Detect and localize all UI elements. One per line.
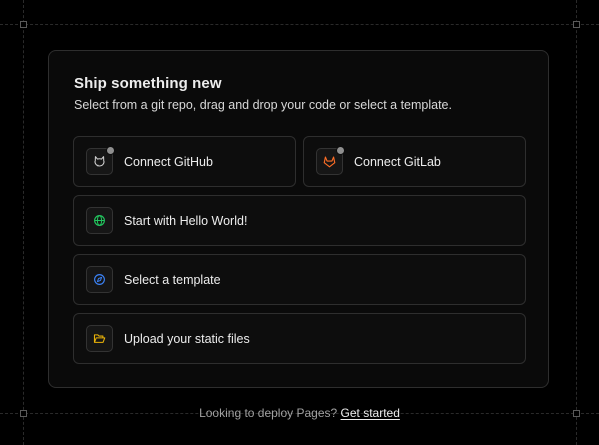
ship-card: Ship something new Select from a git rep… bbox=[48, 50, 549, 388]
select-template-button[interactable]: Select a template bbox=[73, 254, 526, 305]
footer-text: Looking to deploy Pages? bbox=[199, 406, 338, 420]
get-started-link[interactable]: Get started bbox=[341, 406, 400, 420]
footer: Looking to deploy Pages? Get started bbox=[0, 406, 599, 420]
hello-world-button[interactable]: Start with Hello World! bbox=[73, 195, 526, 246]
guide-line-top bbox=[0, 24, 599, 25]
guide-line-left bbox=[23, 0, 24, 445]
github-icon bbox=[86, 146, 115, 175]
hello-world-label: Start with Hello World! bbox=[124, 213, 248, 228]
gitlab-icon bbox=[316, 146, 345, 175]
guide-line-right bbox=[576, 0, 577, 445]
select-template-label: Select a template bbox=[124, 272, 221, 287]
status-dot bbox=[106, 146, 115, 155]
compass-icon bbox=[86, 266, 113, 293]
card-title: Ship something new bbox=[74, 75, 222, 92]
upload-static-files-button[interactable]: Upload your static files bbox=[73, 313, 526, 364]
guide-corner-top-right bbox=[573, 21, 580, 28]
folder-open-icon bbox=[86, 325, 113, 352]
connect-gitlab-label: Connect GitLab bbox=[354, 154, 441, 169]
connect-github-button[interactable]: Connect GitHub bbox=[73, 136, 296, 187]
guide-corner-top-left bbox=[20, 21, 27, 28]
connect-github-label: Connect GitHub bbox=[124, 154, 213, 169]
connect-gitlab-button[interactable]: Connect GitLab bbox=[303, 136, 526, 187]
page: Ship something new Select from a git rep… bbox=[0, 0, 599, 445]
status-dot bbox=[336, 146, 345, 155]
card-subtitle: Select from a git repo, drag and drop yo… bbox=[74, 98, 452, 112]
upload-static-files-label: Upload your static files bbox=[124, 331, 250, 346]
globe-icon bbox=[86, 207, 113, 234]
